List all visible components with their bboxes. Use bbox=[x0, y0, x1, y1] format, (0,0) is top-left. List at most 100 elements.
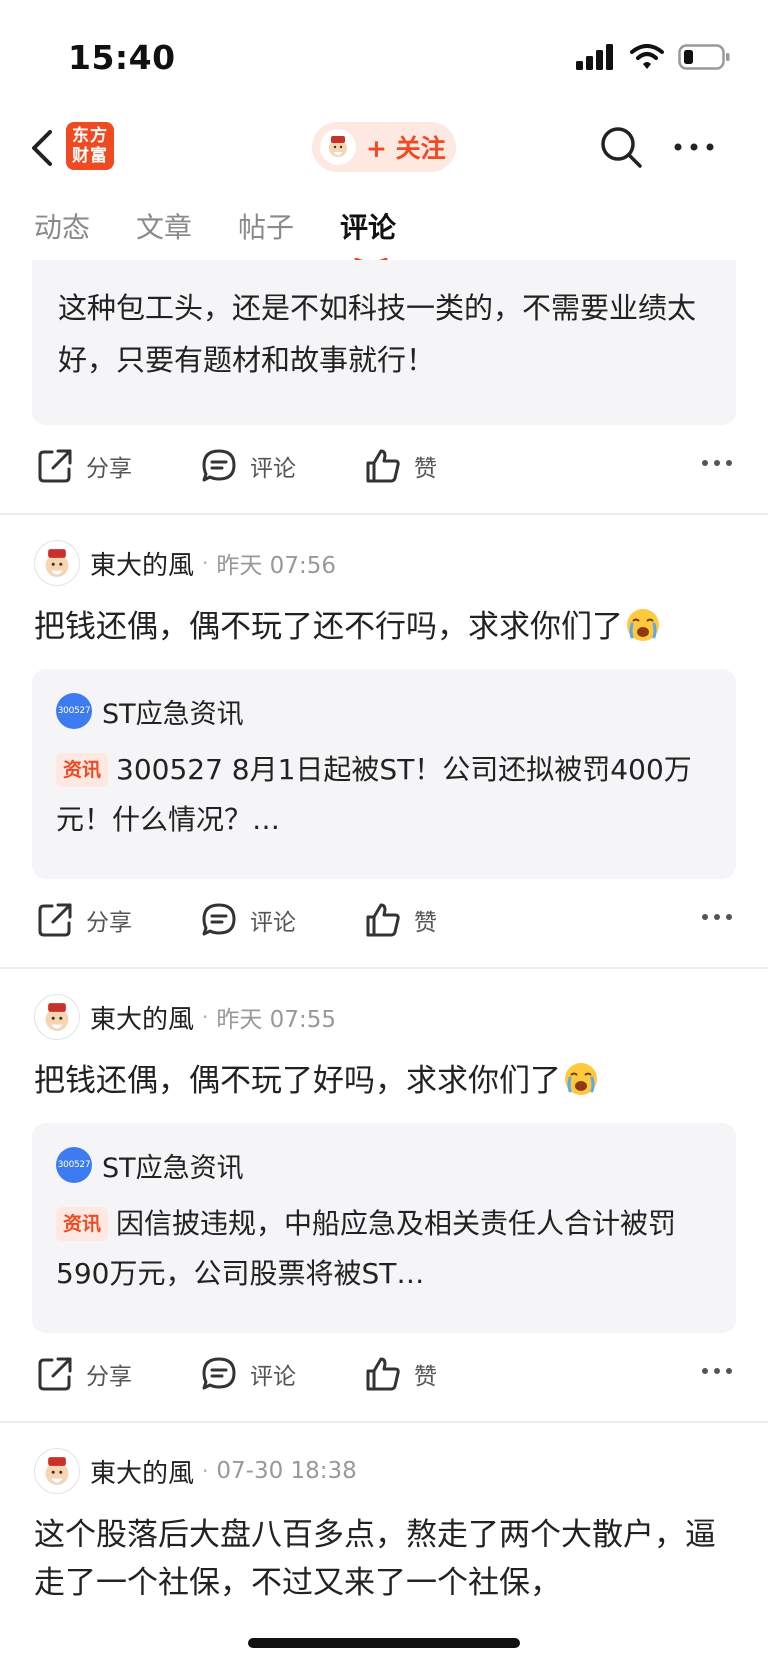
ref-header: 300527 ST应急资讯 bbox=[56, 1145, 712, 1185]
ref-header: 300527 ST应急资讯 bbox=[56, 691, 712, 731]
ref-source-logo: 300527 bbox=[56, 693, 92, 729]
more-options-icon[interactable] bbox=[670, 132, 718, 162]
thumbs-up-icon bbox=[366, 449, 400, 483]
wifi-icon bbox=[630, 44, 664, 69]
like-button[interactable]: 赞 bbox=[364, 901, 437, 939]
fortune-god-avatar-icon bbox=[45, 549, 69, 577]
post-text: 把钱还偶，偶不玩了还不行吗，求求你们了 bbox=[0, 587, 768, 651]
post-header: 東大的風 · 07-30 18:38 bbox=[0, 1447, 768, 1495]
tab-comments[interactable]: 评论 bbox=[340, 206, 396, 246]
crying-emoji-icon bbox=[565, 1063, 597, 1095]
comment-icon bbox=[202, 449, 236, 482]
comment-post: 東大的風 · 07-30 18:38 这个股落后大盘八百多点，熬走了两个大散户，… bbox=[0, 1423, 768, 1607]
like-label: 赞 bbox=[414, 1364, 437, 1390]
username[interactable]: 東大的風 bbox=[90, 999, 194, 1036]
news-badge: 资讯 bbox=[56, 753, 109, 787]
share-button[interactable]: 分享 bbox=[36, 901, 132, 939]
share-icon bbox=[38, 1357, 72, 1391]
comment-button[interactable]: 评论 bbox=[200, 447, 296, 485]
status-icons bbox=[576, 44, 730, 70]
tab-dynamics[interactable]: 动态 bbox=[34, 206, 90, 246]
ref-body: 资讯 300527 8月1日起被ST！公司还拟被罚400万元！什么情况？… bbox=[56, 745, 712, 845]
username[interactable]: 東大的風 bbox=[90, 1453, 194, 1490]
nav-bar: 东方 财富 + 关注 bbox=[0, 112, 768, 182]
separator-dot: · bbox=[202, 551, 209, 575]
thumbs-up-icon bbox=[366, 903, 400, 937]
comment-button[interactable]: 评论 bbox=[200, 901, 296, 939]
share-icon bbox=[38, 449, 72, 483]
post-header: 東大的風 · 昨天 07:55 bbox=[0, 993, 768, 1041]
more-icon[interactable] bbox=[702, 1367, 732, 1375]
referenced-news-card[interactable]: 300527 ST应急资讯 资讯 300527 8月1日起被ST！公司还拟被罚40… bbox=[32, 669, 736, 879]
avatar bbox=[320, 129, 356, 165]
post-time: 昨天 07:55 bbox=[216, 1007, 336, 1033]
separator-dot: · bbox=[202, 1005, 209, 1029]
status-bar: 15:40 bbox=[0, 0, 768, 110]
quoted-content-card[interactable]: 这种包工头，还是不如科技一类的，不需要业绩太好，只要有题材和故事就行！ bbox=[32, 260, 736, 425]
like-button[interactable]: 赞 bbox=[364, 1355, 437, 1393]
news-badge: 资讯 bbox=[56, 1207, 109, 1241]
follow-button[interactable]: + 关注 bbox=[312, 122, 456, 172]
action-bar: 分享 评论 赞 bbox=[0, 1333, 768, 1421]
back-icon[interactable] bbox=[22, 126, 62, 170]
ref-source-name[interactable]: ST应急资讯 bbox=[102, 692, 244, 731]
quoted-text: 这种包工头，还是不如科技一类的，不需要业绩太好，只要有题材和故事就行！ bbox=[58, 291, 697, 377]
follow-label: + 关注 bbox=[366, 134, 446, 163]
like-label: 赞 bbox=[414, 456, 437, 482]
like-label: 赞 bbox=[414, 910, 437, 936]
ref-headline: 因信披违规，中船应急及相关责任人合计被罚590万元，公司股票将被ST… bbox=[56, 1207, 677, 1290]
action-bar: 分享 评论 赞 bbox=[0, 425, 768, 513]
fortune-god-avatar-icon bbox=[45, 1003, 69, 1031]
post-text-content: 把钱还偶，偶不玩了还不行吗，求求你们了 bbox=[34, 609, 623, 645]
fortune-god-avatar-icon bbox=[329, 136, 347, 157]
cellular-signal-icon bbox=[576, 44, 613, 70]
comment-feed: 这种包工头，还是不如科技一类的，不需要业绩太好，只要有题材和故事就行！ 分享 评… bbox=[0, 260, 768, 1607]
post-text-content: 这个股落后大盘八百多点，熬走了两个大散户，逼走了一个社保，不过又来了一个社保， bbox=[34, 1517, 716, 1601]
app-logo-line2: 财富 bbox=[72, 146, 108, 166]
app-logo-line1: 东方 bbox=[72, 126, 108, 146]
status-time: 15:40 bbox=[68, 38, 176, 77]
more-icon[interactable] bbox=[702, 459, 732, 467]
share-icon bbox=[38, 903, 72, 937]
post-header: 東大的風 · 昨天 07:56 bbox=[0, 539, 768, 587]
action-bar: 分享 评论 赞 bbox=[0, 879, 768, 967]
fortune-god-avatar-icon bbox=[45, 1457, 69, 1485]
post-text-content: 把钱还偶，偶不玩了好吗，求求你们了 bbox=[34, 1063, 561, 1099]
avatar[interactable] bbox=[34, 994, 80, 1040]
more-icon[interactable] bbox=[702, 913, 732, 921]
ref-headline: 300527 8月1日起被ST！公司还拟被罚400万元！什么情况？… bbox=[56, 753, 692, 836]
share-label: 分享 bbox=[86, 456, 132, 482]
username[interactable]: 東大的風 bbox=[90, 545, 194, 582]
tab-articles[interactable]: 文章 bbox=[136, 206, 192, 246]
post-time: 07-30 18:38 bbox=[216, 1458, 357, 1484]
comment-post: 東大的風 · 昨天 07:55 把钱还偶，偶不玩了好吗，求求你们了 300527… bbox=[0, 969, 768, 1333]
share-button[interactable]: 分享 bbox=[36, 1355, 132, 1393]
comment-label: 评论 bbox=[250, 456, 296, 482]
comment-icon bbox=[202, 903, 236, 936]
like-button[interactable]: 赞 bbox=[364, 447, 437, 485]
share-button[interactable]: 分享 bbox=[36, 447, 132, 485]
ref-source-logo: 300527 bbox=[56, 1147, 92, 1183]
battery-icon bbox=[678, 44, 730, 70]
comment-icon bbox=[202, 1357, 236, 1390]
share-label: 分享 bbox=[86, 1364, 132, 1390]
tab-bar: 动态 文章 帖子 评论 bbox=[0, 206, 768, 266]
ref-source-name[interactable]: ST应急资讯 bbox=[102, 1146, 244, 1185]
separator-dot: · bbox=[202, 1459, 209, 1483]
ref-body: 资讯 因信披违规，中船应急及相关责任人合计被罚590万元，公司股票将被ST… bbox=[56, 1199, 712, 1299]
thumbs-up-icon bbox=[366, 1357, 400, 1391]
referenced-news-card[interactable]: 300527 ST应急资讯 资讯 因信披违规，中船应急及相关责任人合计被罚590万… bbox=[32, 1123, 736, 1333]
tab-posts[interactable]: 帖子 bbox=[238, 206, 294, 246]
search-icon[interactable] bbox=[598, 124, 644, 170]
comment-button[interactable]: 评论 bbox=[200, 1355, 296, 1393]
avatar[interactable] bbox=[34, 540, 80, 586]
post-time: 昨天 07:56 bbox=[216, 553, 336, 579]
comment-label: 评论 bbox=[250, 910, 296, 936]
home-indicator bbox=[248, 1638, 520, 1648]
share-label: 分享 bbox=[86, 910, 132, 936]
comment-label: 评论 bbox=[250, 1364, 296, 1390]
app-logo: 东方 财富 bbox=[66, 122, 114, 170]
comment-post: 東大的風 · 昨天 07:56 把钱还偶，偶不玩了还不行吗，求求你们了 3005… bbox=[0, 515, 768, 879]
post-text: 把钱还偶，偶不玩了好吗，求求你们了 bbox=[0, 1041, 768, 1105]
avatar[interactable] bbox=[34, 1448, 80, 1494]
